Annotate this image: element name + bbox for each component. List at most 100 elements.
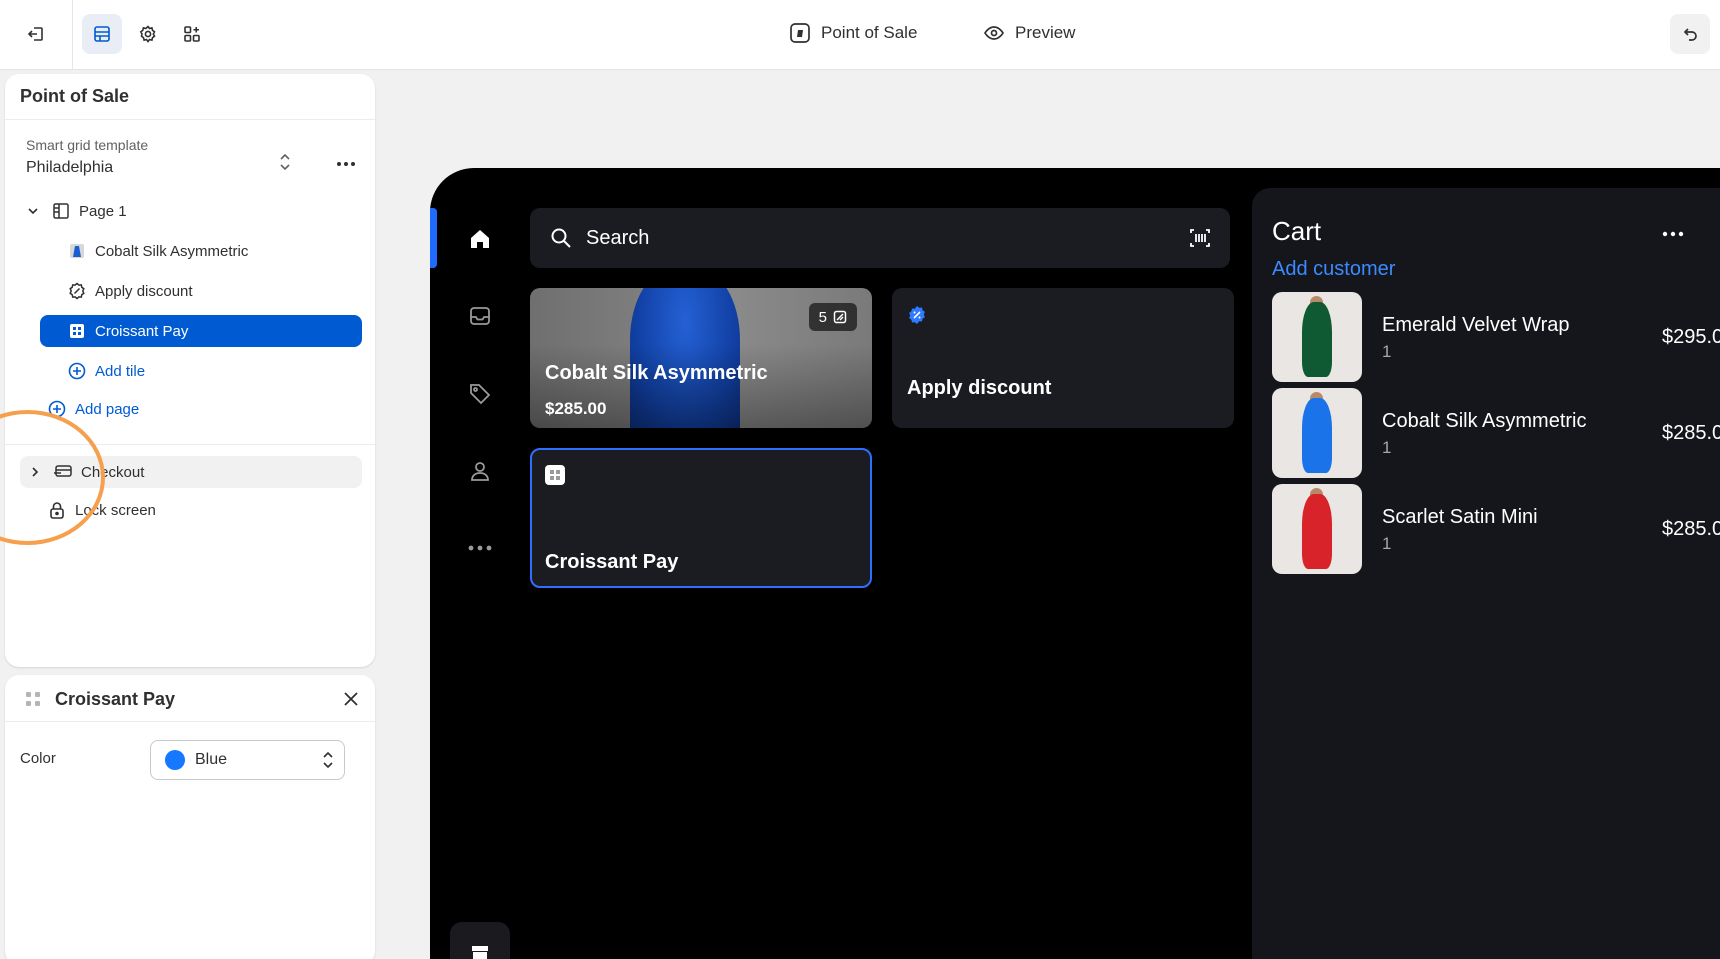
barcode-scan-icon[interactable]: [1188, 226, 1212, 256]
page-icon: [51, 201, 71, 221]
rail-active-indicator: [430, 208, 437, 268]
app-tile-icon: [24, 690, 42, 708]
add-customer-link[interactable]: Add customer: [1272, 258, 1395, 281]
cart-item[interactable]: Cobalt Silk Asymmetric 1 $285.0: [1272, 388, 1720, 480]
pos-icon: [790, 23, 810, 43]
app-tile-icon: [67, 321, 87, 341]
cart-more-button[interactable]: [1662, 224, 1684, 242]
search-bar[interactable]: Search: [530, 208, 1230, 268]
layout-button[interactable]: [82, 14, 122, 54]
inbox-icon: [470, 307, 490, 325]
product-tile[interactable]: 5 Cobalt Silk Asymmetric $285.00: [530, 288, 872, 428]
layout-icon: [94, 26, 110, 42]
chevron-down-icon[interactable]: [23, 201, 43, 221]
toolbar-divider: [72, 0, 73, 70]
app-title: Point of Sale: [789, 22, 917, 44]
store-button[interactable]: [450, 922, 510, 959]
orders-nav[interactable]: [466, 302, 494, 330]
panel-divider: [5, 444, 375, 445]
cart-item-name: Scarlet Satin Mini: [1382, 506, 1538, 528]
more-nav[interactable]: [466, 534, 494, 562]
more-horizontal-icon: [337, 162, 355, 166]
color-value: Blue: [195, 751, 228, 768]
tile-label: Apply discount: [95, 282, 193, 300]
products-nav[interactable]: [466, 379, 494, 407]
variant-badge: 5: [808, 303, 857, 331]
color-select[interactable]: Blue: [150, 740, 345, 780]
cart-item-thumbnail: [1272, 292, 1362, 382]
close-icon: [344, 692, 358, 706]
exit-button[interactable]: [16, 14, 56, 54]
cart-panel: Cart Add customer Emerald Velvet Wrap 1 …: [1252, 188, 1720, 959]
tile-label: Croissant Pay: [95, 322, 189, 340]
lock-screen-label: Lock screen: [75, 501, 156, 519]
plus-circle-icon: [67, 361, 87, 381]
cart-item-qty: 1: [1382, 342, 1392, 361]
top-bar: Point of Sale Preview: [0, 0, 1720, 70]
cart-item-name: Cobalt Silk Asymmetric: [1382, 410, 1587, 432]
croissant-pay-tile[interactable]: Croissant Pay: [530, 448, 872, 588]
undo-button[interactable]: [1670, 14, 1710, 54]
tree-page-1[interactable]: Page 1: [23, 195, 127, 227]
product-tile-name: Cobalt Silk Asymmetric: [545, 362, 768, 384]
settings-button[interactable]: [128, 14, 168, 54]
cart-item-price: $285.0: [1662, 518, 1720, 540]
more-horizontal-icon: [468, 545, 492, 551]
exit-icon: [27, 27, 43, 41]
home-icon: [471, 230, 489, 248]
color-label: Color: [20, 750, 56, 767]
discount-icon: [67, 281, 87, 301]
settings-title: Croissant Pay: [55, 689, 176, 709]
variants-icon: [833, 310, 847, 324]
store-icon: [472, 946, 488, 959]
tree-lock-screen[interactable]: Lock screen: [47, 494, 156, 526]
close-button[interactable]: [339, 687, 363, 711]
cart-title: Cart: [1272, 216, 1322, 246]
variant-count: 5: [818, 308, 827, 326]
apps-button[interactable]: [172, 14, 212, 54]
lock-icon: [47, 500, 67, 520]
cart-item[interactable]: Emerald Velvet Wrap 1 $295.0: [1272, 292, 1720, 384]
app-tile-icon: [544, 464, 566, 486]
template-label: Smart grid template: [26, 137, 149, 153]
customers-nav[interactable]: [466, 457, 494, 485]
apps-icon: [184, 26, 200, 42]
add-tile-button[interactable]: Add tile: [67, 355, 145, 387]
cart-item-qty: 1: [1382, 534, 1392, 553]
select-chevron-icon: [323, 751, 333, 769]
home-nav[interactable]: [466, 225, 494, 253]
tree-tile-cobalt[interactable]: Cobalt Silk Asymmetric: [67, 235, 248, 267]
panel-title: Point of Sale: [20, 86, 130, 106]
discount-tile[interactable]: Apply discount: [892, 288, 1234, 428]
cart-item[interactable]: Scarlet Satin Mini 1 $285.0: [1272, 484, 1720, 576]
cart-item-thumbnail: [1272, 484, 1362, 574]
undo-icon: [1683, 28, 1697, 41]
app-title-text: Point of Sale: [821, 23, 918, 42]
add-tile-label: Add tile: [95, 362, 146, 380]
discount-tile-label: Apply discount: [907, 377, 1052, 399]
tree-tile-croissant-pay[interactable]: Croissant Pay: [40, 315, 362, 347]
more-horizontal-icon: [1662, 231, 1684, 237]
preview-button[interactable]: Preview: [983, 22, 1075, 44]
page-label: Page 1: [79, 202, 127, 220]
tile-settings-panel: Croissant Pay Color Blue: [5, 675, 375, 959]
checkout-icon: [53, 462, 73, 482]
add-page-label: Add page: [75, 400, 140, 418]
search-placeholder: Search: [586, 226, 650, 249]
add-page-button[interactable]: Add page: [47, 393, 139, 425]
pay-tile-label: Croissant Pay: [545, 551, 679, 573]
tree-checkout[interactable]: Checkout: [20, 456, 362, 488]
tile-label: Cobalt Silk Asymmetric: [95, 242, 249, 260]
cart-item-qty: 1: [1382, 438, 1392, 457]
template-more-button[interactable]: [331, 152, 361, 176]
discount-badge-icon: [906, 304, 928, 326]
cart-item-thumbnail: [1272, 388, 1362, 478]
tag-icon: [470, 384, 491, 405]
template-select[interactable]: [275, 150, 295, 174]
editor-panel: Point of Sale Smart grid template Philad…: [5, 74, 375, 667]
template-value[interactable]: Philadelphia: [26, 159, 113, 177]
chevron-right-icon[interactable]: [25, 462, 45, 482]
product-tile-price: $285.00: [545, 399, 607, 418]
panel-divider: [5, 721, 375, 722]
tree-tile-discount[interactable]: Apply discount: [67, 275, 193, 307]
